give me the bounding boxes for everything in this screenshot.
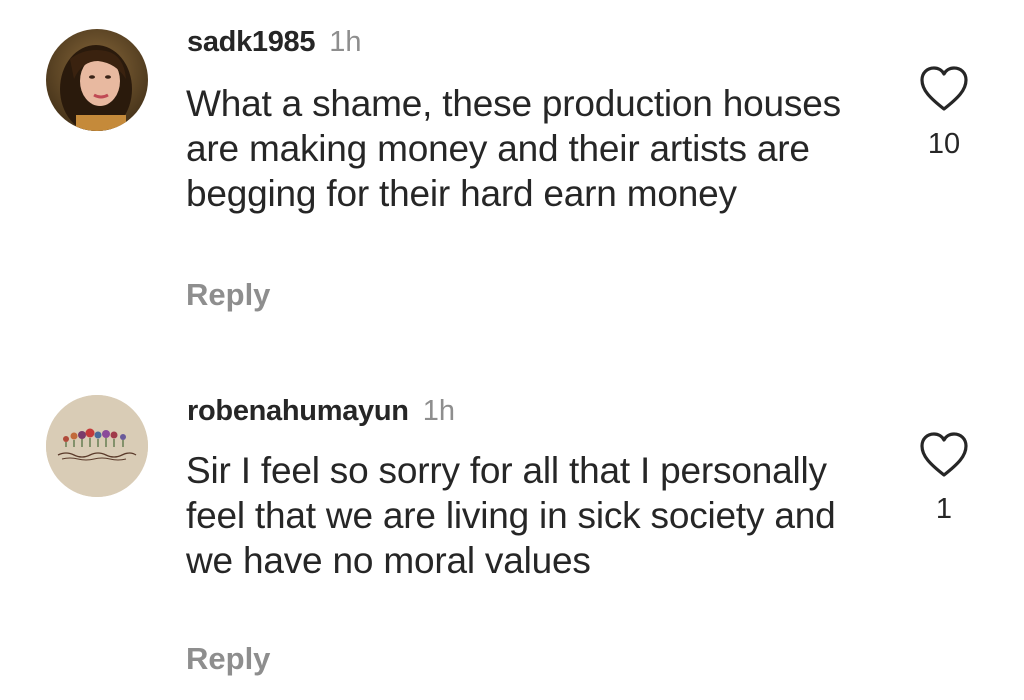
heart-outline-icon — [920, 432, 968, 477]
avatar[interactable] — [46, 395, 148, 497]
avatar[interactable] — [46, 29, 148, 131]
comment-meta: sadk1985 1h — [187, 24, 361, 60]
like-count: 10 — [927, 128, 961, 160]
like-count: 1 — [935, 493, 953, 525]
reply-button[interactable]: Reply — [186, 641, 270, 677]
flowers-calligraphy-logo — [46, 395, 148, 497]
heart-outline-icon — [920, 66, 968, 111]
like-button[interactable] — [918, 431, 970, 479]
username[interactable]: sadk1985 — [187, 26, 316, 58]
like-button[interactable] — [918, 65, 970, 113]
profile-photo-woman — [46, 29, 148, 131]
comment-meta: robenahumayun 1h — [187, 393, 455, 429]
reply-button[interactable]: Reply — [186, 277, 270, 313]
timestamp: 1h — [329, 26, 362, 58]
comment-text: Sir I feel so sorry for all that I perso… — [186, 450, 836, 581]
comment-item: robenahumayun 1h Sir I feel so sorry for … — [0, 365, 1024, 700]
timestamp: 1h — [422, 395, 455, 427]
comment-item: sadk1985 1h What a shame, these productio… — [0, 0, 1024, 345]
username[interactable]: robenahumayun — [187, 395, 409, 427]
comment-text: What a shame, these production houses ar… — [186, 83, 841, 214]
